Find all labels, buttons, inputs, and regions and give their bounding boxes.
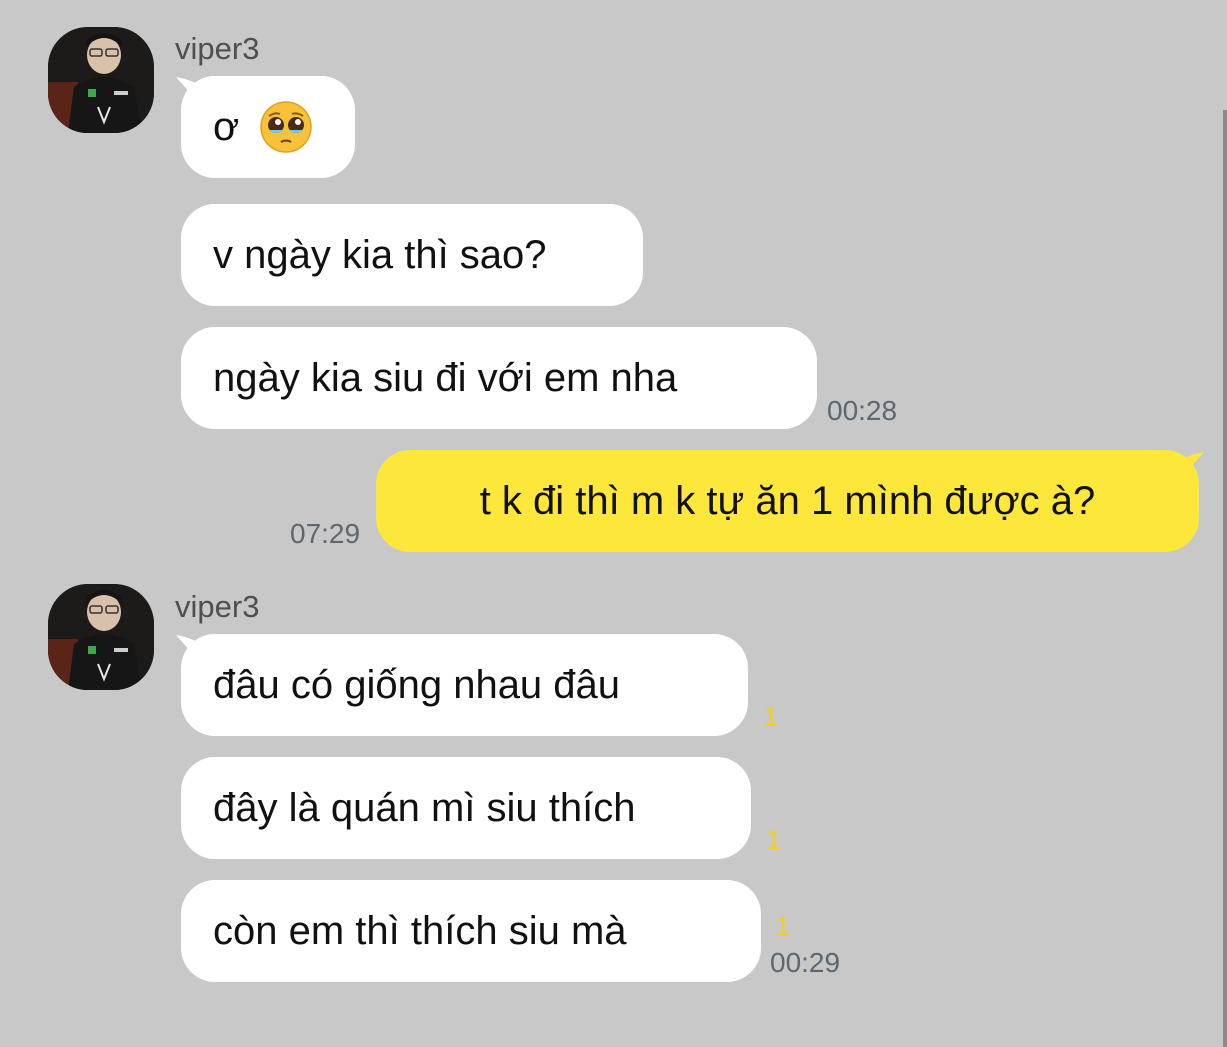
bubble-tail	[1180, 452, 1204, 478]
message-bubble[interactable]: ngày kia siu đi với em nha	[181, 327, 817, 429]
sender-name: viper3	[175, 31, 260, 66]
message-text: ơ	[213, 104, 240, 149]
unread-count: 1	[763, 701, 779, 732]
unread-count: 1	[775, 911, 791, 942]
message-text: đâu có giống nhau đâu	[213, 662, 621, 707]
message-bubble[interactable]: v ngày kia thì sao?	[181, 204, 643, 306]
message-bubble[interactable]: đây là quán mì siu thích	[181, 757, 751, 859]
message-timestamp: 00:29	[770, 947, 841, 978]
message-text: v ngày kia thì sao?	[213, 232, 547, 277]
message-timestamp: 07:29	[290, 518, 361, 549]
message-text: t k đi thì m k tự ăn 1 mình được à?	[479, 478, 1096, 523]
message-bubble[interactable]: đâu có giống nhau đâu	[181, 634, 748, 736]
message-text: đây là quán mì siu thích	[213, 785, 636, 830]
profile-photo-icon	[48, 27, 154, 133]
scrollbar[interactable]	[1223, 110, 1227, 1047]
message-bubble[interactable]: còn em thì thích siu mà	[181, 880, 761, 982]
pleading-face-emoji	[260, 101, 312, 153]
message-bubble[interactable]: ơ	[181, 76, 355, 178]
sender-name: viper3	[175, 589, 260, 624]
message-timestamp: 00:28	[827, 395, 898, 426]
sender-avatar[interactable]	[48, 584, 154, 690]
unread-count: 1	[766, 824, 782, 855]
sender-avatar[interactable]	[48, 27, 154, 133]
message-text: còn em thì thích siu mà	[213, 908, 627, 953]
message-text: ngày kia siu đi với em nha	[213, 355, 678, 400]
message-bubble-outgoing[interactable]: t k đi thì m k tự ăn 1 mình được à?	[376, 450, 1199, 552]
profile-photo-icon	[48, 584, 154, 690]
